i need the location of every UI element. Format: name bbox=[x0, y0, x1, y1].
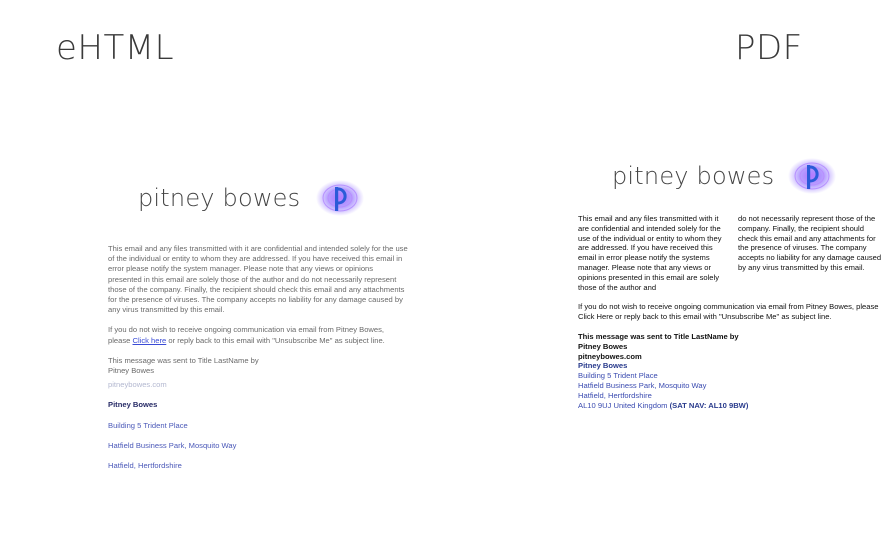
unsubscribe-post: or reply back to this email with "Unsubs… bbox=[166, 335, 385, 345]
company-name: Pitney Bowes bbox=[578, 361, 628, 371]
address-line-1: Building 5 Trident Place bbox=[578, 371, 658, 381]
postcode: AL10 9UJ United Kingdom bbox=[578, 400, 668, 410]
ehtml-heading: eHTML bbox=[56, 28, 175, 68]
pdf-email-body: This email and any files transmitted wit… bbox=[578, 214, 883, 410]
postcode-line: AL10 9UJ United Kingdom (SAT NAV: AL10 9… bbox=[578, 401, 883, 411]
website-line: pitneybowes.com bbox=[108, 380, 167, 390]
disclaimer-col2-text: do not necessarily represent those of th… bbox=[738, 214, 882, 272]
sender-name: Pitney Bowes bbox=[578, 341, 628, 351]
address-line-2: Hatfield Business Park, Mosquito Way bbox=[108, 440, 237, 450]
disclaimer-columns: This email and any files transmitted wit… bbox=[578, 214, 883, 292]
sent-to-block: This message was sent to Title LastName … bbox=[108, 356, 408, 376]
address-line-3: Hatfield, Hertfordshire bbox=[108, 461, 182, 471]
unsubscribe-text: If you do not wish to receive ongoing co… bbox=[108, 325, 408, 345]
pitney-bowes-p-icon bbox=[786, 156, 838, 196]
logo-wordmark: pitney bowes bbox=[612, 162, 775, 190]
disclaimer-col1-text: This email and any files transmitted wit… bbox=[578, 214, 722, 292]
address-line-2: Hatfield Business Park, Mosquito Way bbox=[578, 380, 707, 390]
pdf-logo: pitney bowes bbox=[612, 156, 838, 196]
ehtml-logo: pitney bowes bbox=[138, 178, 366, 218]
unsubscribe-text: If you do not wish to receive ongoing co… bbox=[578, 302, 879, 322]
address-line-1: Building 5 Trident Place bbox=[108, 420, 188, 430]
logo-wordmark: pitney bowes bbox=[138, 184, 301, 212]
sent-to-line: This message was sent to Title LastName … bbox=[108, 355, 259, 365]
disclaimer-column-2: do not necessarily represent those of th… bbox=[738, 214, 883, 292]
click-here-link[interactable]: Click here bbox=[133, 336, 167, 345]
sender-name: Pitney Bowes bbox=[108, 366, 155, 376]
pdf-heading: PDF bbox=[735, 28, 803, 68]
sent-to-line: This message was sent to Title LastName … bbox=[578, 331, 739, 341]
pitney-bowes-p-icon bbox=[314, 178, 366, 218]
address-line-3: Hatfield, Hertfordshire bbox=[578, 390, 652, 400]
satnav-code: (SAT NAV: AL10 9BW) bbox=[669, 400, 749, 410]
disclaimer-column-1: This email and any files transmitted wit… bbox=[578, 214, 723, 292]
company-name: Pitney Bowes bbox=[108, 400, 158, 410]
disclaimer-text: This email and any files transmitted wit… bbox=[108, 244, 408, 315]
website-line: pitneybowes.com bbox=[578, 351, 642, 361]
ehtml-email-body: This email and any files transmitted wit… bbox=[108, 244, 408, 481]
